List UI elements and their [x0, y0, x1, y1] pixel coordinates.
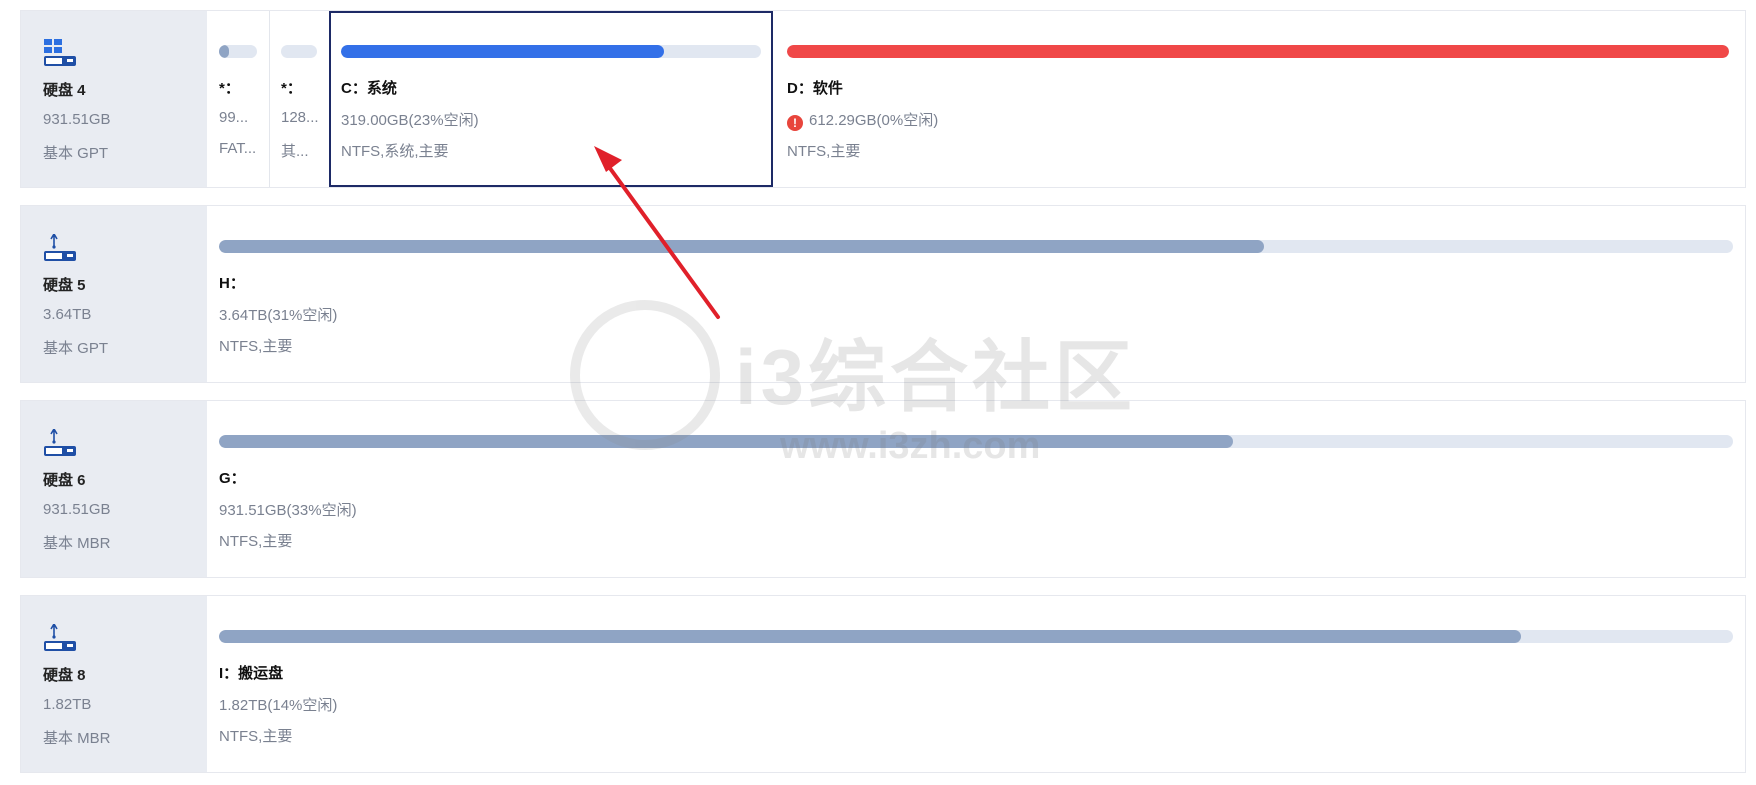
partition-size-row: ! 612.29GB(0%空闲) [787, 109, 938, 131]
disk-row-5[interactable]: 硬盘 5 3.64TB 基本 GPT H： 3.64TB(31%空闲) NTFS… [20, 205, 1746, 383]
partition-label: I：搬运盘 [219, 665, 284, 682]
disk-name: 硬盘 5 [43, 277, 86, 294]
partition-label: H： [219, 275, 245, 292]
partition-size: 612.29GB(0%空闲) [809, 112, 939, 129]
partition-size: 1.82TB(14%空闲) [219, 697, 338, 714]
warning-icon: ! [787, 115, 803, 131]
disk-name: 硬盘 8 [43, 667, 86, 684]
partition-star-1[interactable]: *： 99... FAT... [207, 11, 270, 187]
partition-size: 128... [281, 109, 319, 126]
partition-usage-fill [219, 240, 1264, 253]
disk-name: 硬盘 4 [43, 82, 86, 99]
partition-usage-bar [341, 45, 761, 58]
partition-usage-fill [341, 45, 665, 58]
partition-usage-bar [219, 45, 257, 58]
disk-size: 931.51GB [43, 111, 111, 128]
partition-i[interactable]: I：搬运盘 1.82TB(14%空闲) NTFS,主要 [207, 596, 1745, 772]
partition-usage-bar [281, 45, 317, 58]
partition-fs: FAT... [219, 140, 257, 157]
partition-fs: NTFS,主要 [219, 533, 293, 550]
partition-fs: NTFS,主要 [219, 338, 293, 355]
partition-size: 931.51GB(33%空闲) [219, 502, 357, 519]
partition-size: 3.64TB(31%空闲) [219, 307, 338, 324]
partition-usage-bar [219, 435, 1733, 448]
partition-label: D：软件 [787, 80, 843, 97]
disk-type: 基本 MBR [43, 535, 111, 552]
disk-info-8[interactable]: 硬盘 8 1.82TB 基本 MBR [21, 596, 207, 772]
disk-row-8[interactable]: 硬盘 8 1.82TB 基本 MBR I：搬运盘 1.82TB(14%空闲) N… [20, 595, 1746, 773]
disk-info-5[interactable]: 硬盘 5 3.64TB 基本 GPT [21, 206, 207, 382]
partition-fs: 其... [281, 143, 309, 160]
disk-size: 931.51GB [43, 501, 111, 518]
hdd-usb-icon [44, 429, 76, 456]
disk-info-6[interactable]: 硬盘 6 931.51GB 基本 MBR [21, 401, 207, 577]
partition-fs: NTFS,主要 [787, 143, 861, 160]
disk-type: 基本 GPT [43, 145, 109, 162]
disk-size: 1.82TB [43, 696, 92, 713]
partition-g[interactable]: G： 931.51GB(33%空闲) NTFS,主要 [207, 401, 1745, 577]
ssd-windows-icon [44, 39, 76, 66]
partition-h[interactable]: H： 3.64TB(31%空闲) NTFS,主要 [207, 206, 1745, 382]
partition-usage-bar [219, 240, 1733, 253]
partition-size: 99... [219, 109, 249, 126]
disk-type: 基本 MBR [43, 730, 111, 747]
partition-usage-fill [787, 45, 1729, 58]
partition-usage-bar [787, 45, 1729, 58]
partition-usage-bar [219, 630, 1733, 643]
disk-row-6[interactable]: 硬盘 6 931.51GB 基本 MBR G： 931.51GB(33%空闲) … [20, 400, 1746, 578]
partition-usage-fill [219, 630, 1522, 643]
partition-star-2[interactable]: *： 128... 其... [269, 11, 330, 187]
partition-size: 319.00GB(23%空闲) [341, 112, 479, 129]
hdd-usb-icon [44, 624, 76, 651]
disk-row-4[interactable]: 硬盘 4 931.51GB 基本 GPT *： 99... FAT... *： … [20, 10, 1746, 188]
disk-size: 3.64TB [43, 306, 92, 323]
partition-usage-fill [219, 435, 1234, 448]
partition-label: *： [281, 80, 302, 97]
hdd-usb-icon [44, 234, 76, 261]
partition-label: C：系统 [341, 80, 397, 97]
disk-type: 基本 GPT [43, 340, 109, 357]
partition-fs: NTFS,系统,主要 [341, 143, 449, 160]
partition-label: G： [219, 470, 246, 487]
partition-d-software[interactable]: D：软件 ! 612.29GB(0%空闲) NTFS,主要 [773, 11, 1745, 187]
partition-usage-fill [219, 45, 229, 58]
disk-info-4[interactable]: 硬盘 4 931.51GB 基本 GPT [21, 11, 207, 187]
partition-label: *： [219, 80, 240, 97]
partition-fs: NTFS,主要 [219, 728, 293, 745]
disk-name: 硬盘 6 [43, 472, 86, 489]
partition-c-system[interactable]: C：系统 319.00GB(23%空闲) NTFS,系统,主要 [329, 11, 773, 187]
